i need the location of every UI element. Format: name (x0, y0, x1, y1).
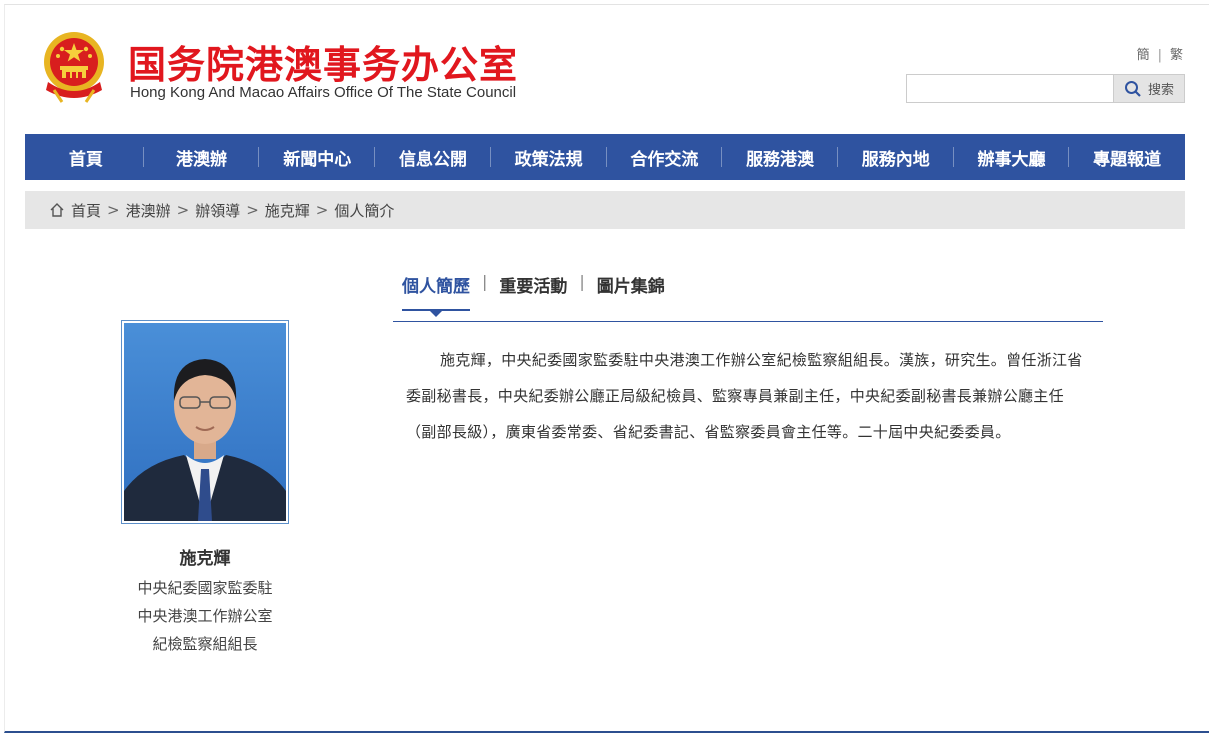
tab-separator: | (579, 272, 585, 291)
portrait-image (124, 323, 286, 521)
profile-title-line: 中央紀委國家監委駐 (137, 579, 273, 597)
search-button[interactable]: 搜索 (1113, 74, 1185, 103)
tab-label: 個人簡歷 (402, 277, 470, 297)
tab-separator: | (482, 272, 488, 291)
breadcrumb-hkmao[interactable]: 港澳辦 (126, 200, 171, 221)
breadcrumb-separator: > (176, 201, 190, 219)
bio-text: 施克輝，中央紀委國家監委駐中央港澳工作辦公室紀檢監察組組長。漢族，研究生。曾任浙… (406, 351, 1083, 441)
national-emblem-icon[interactable] (40, 30, 108, 104)
nav-item-info[interactable]: 信息公開 (375, 145, 491, 170)
breadcrumb-person[interactable]: 施克輝 (265, 200, 310, 221)
breadcrumb-separator: > (246, 201, 259, 219)
nav-item-home[interactable]: 首頁 (28, 145, 144, 170)
profile-photo (121, 320, 289, 524)
breadcrumb-leaders[interactable]: 辦領導 (195, 200, 240, 221)
home-icon (49, 202, 65, 218)
nav-item-serve-mainland[interactable]: 服務內地 (838, 145, 954, 170)
search-input[interactable] (906, 74, 1113, 103)
profile-title: 中央紀委國家監委駐 中央港澳工作辦公室 紀檢監察組組長 (105, 574, 305, 658)
profile-title-line: 紀檢監察組組長 (152, 635, 258, 653)
lang-separator: | (1157, 48, 1162, 63)
search-bar: 搜索 (906, 74, 1185, 103)
breadcrumb-separator: > (107, 201, 120, 219)
nav-item-service-hall[interactable]: 辦事大廳 (954, 145, 1070, 170)
breadcrumb-current[interactable]: 個人簡介 (334, 200, 394, 221)
profile-title-line: 中央港澳工作辦公室 (137, 607, 273, 625)
main-nav: 首頁 港澳辦 新聞中心 信息公開 政策法規 合作交流 服務港澳 服務內地 辦事大… (25, 134, 1185, 180)
search-button-label: 搜索 (1147, 83, 1174, 98)
nav-item-policy[interactable]: 政策法規 (491, 145, 607, 170)
site-subtitle: Hong Kong And Macao Affairs Office Of Th… (130, 84, 517, 101)
nav-item-serve-hkmo[interactable]: 服務港澳 (722, 145, 838, 170)
breadcrumb-home[interactable]: 首頁 (71, 200, 101, 221)
active-tab-caret (430, 311, 442, 317)
tab-activities[interactable]: 重要活動 (499, 272, 567, 309)
lang-traditional-link[interactable]: 繁 (1170, 48, 1183, 63)
breadcrumb: 首頁 > 港澳辦 > 辦領導 > 施克輝 > 個人簡介 (25, 191, 1185, 229)
profile-name: 施克輝 (179, 549, 231, 569)
language-switch: 簡 | 繁 (1137, 44, 1183, 63)
nav-item-special[interactable]: 專題報道 (1069, 145, 1185, 170)
site-title[interactable]: 国务院港澳事务办公室 (128, 34, 518, 89)
breadcrumb-separator: > (315, 201, 329, 219)
content-tabs: 個人簡歷 | 重要活動 | 圖片集錦 (393, 272, 1103, 322)
nav-item-hkmao[interactable]: 港澳辦 (144, 145, 260, 170)
tab-resume[interactable]: 個人簡歷 (402, 272, 470, 317)
search-icon (1124, 80, 1141, 97)
nav-item-cooperation[interactable]: 合作交流 (607, 145, 723, 170)
tab-gallery[interactable]: 圖片集錦 (597, 272, 665, 309)
lang-simplified-link[interactable]: 簡 (1137, 48, 1150, 63)
nav-item-news[interactable]: 新聞中心 (259, 145, 375, 170)
